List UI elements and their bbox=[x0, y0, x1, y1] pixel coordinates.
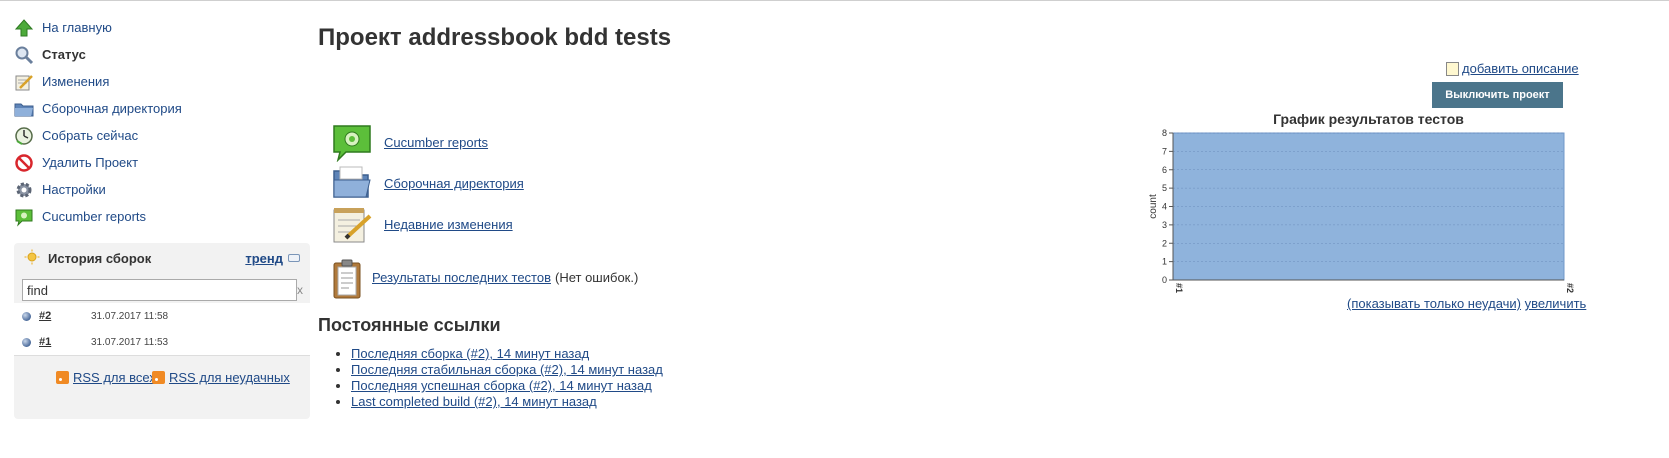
rss-all-label[interactable]: RSS для всех bbox=[73, 370, 156, 385]
gear-icon bbox=[14, 180, 34, 200]
page-title: Проект addressbook bdd tests bbox=[318, 24, 672, 51]
sidebar-item-label: Cucumber reports bbox=[42, 209, 147, 224]
workspace-label[interactable]: Сборочная директория bbox=[384, 176, 524, 191]
clear-search-icon[interactable]: x bbox=[297, 283, 303, 297]
no-entry-icon bbox=[14, 153, 34, 173]
y-axis-label: count bbox=[1148, 194, 1159, 219]
chart-footer: (показывать только неудачи) увеличить bbox=[1347, 296, 1586, 311]
test-results-chart[interactable]: График результатов тестов 0 1 2 3 4 5 6 7 8 #1 #2 co… bbox=[1140, 110, 1669, 310]
build-row: #2 31.07.2017 11:58 bbox=[14, 303, 310, 329]
permalink-last-completed[interactable]: Last completed build (#2), 14 минут наза… bbox=[351, 394, 597, 409]
recent-changes-label[interactable]: Недавние изменения bbox=[384, 217, 513, 232]
permalink-last-stable[interactable]: Последняя стабильная сборка (#2), 14 мин… bbox=[351, 362, 663, 377]
trend-link[interactable]: тренд bbox=[245, 251, 283, 266]
permalinks-title: Постоянные ссылки bbox=[318, 315, 501, 335]
build-history-panel: История сборок тренд x #2 31.07.2017 11:… bbox=[14, 243, 310, 419]
test-results-label[interactable]: Результаты последних тестов bbox=[372, 270, 551, 285]
up-arrow-icon bbox=[14, 18, 34, 38]
build-row: #1 31.07.2017 11:53 bbox=[14, 329, 310, 355]
rss-all-link[interactable]: RSS для всех bbox=[56, 370, 156, 385]
y-tick-label: 8 bbox=[1162, 128, 1167, 138]
cucumber-reports-label[interactable]: Cucumber reports bbox=[384, 135, 488, 150]
list-item: Last completed build (#2), 14 минут наза… bbox=[351, 394, 663, 410]
y-tick-label: 7 bbox=[1162, 146, 1167, 156]
rss-failed-label[interactable]: RSS для неудачных bbox=[169, 370, 290, 385]
recent-changes-link[interactable]: Недавние изменения bbox=[332, 206, 513, 243]
sidebar-item-label: Статус bbox=[42, 47, 86, 62]
sidebar-item-changes[interactable]: Изменения bbox=[14, 68, 304, 95]
cucumber-icon bbox=[332, 124, 372, 163]
status-ball-icon bbox=[22, 311, 31, 321]
sidebar-item-label: На главную bbox=[42, 20, 112, 35]
sidebar-item-label: Изменения bbox=[42, 74, 110, 89]
y-tick-label: 0 bbox=[1162, 275, 1167, 285]
build-number-link[interactable]: #1 bbox=[39, 336, 91, 348]
sidebar-item-status[interactable]: Статус bbox=[14, 41, 304, 68]
build-number-link[interactable]: #2 bbox=[39, 310, 91, 322]
permalink-last-build[interactable]: Последняя сборка (#2), 14 минут назад bbox=[351, 346, 589, 361]
top-border bbox=[0, 0, 1669, 1]
chart-title: График результатов тестов bbox=[1273, 111, 1464, 127]
x-tick-label: #2 bbox=[1565, 283, 1575, 293]
sidebar-item-label: Удалить Проект bbox=[42, 155, 139, 170]
y-tick-label: 5 bbox=[1162, 183, 1167, 193]
list-item: Последняя стабильная сборка (#2), 14 мин… bbox=[351, 362, 663, 378]
rss-icon bbox=[152, 371, 165, 384]
notepad-icon bbox=[14, 72, 34, 92]
sidebar-nav: На главную Статус Изменения Сборочная ди… bbox=[14, 14, 304, 230]
add-description-label[interactable]: добавить описание bbox=[1462, 61, 1579, 76]
rss-footer: RSS для всех RSS для неудачных bbox=[14, 355, 310, 420]
enlarge-link[interactable]: увеличить bbox=[1525, 296, 1587, 311]
no-errors-text: (Нет ошибок.) bbox=[555, 269, 639, 285]
sun-icon bbox=[24, 249, 40, 268]
workspace-link[interactable]: Сборочная директория bbox=[332, 165, 524, 201]
permalinks-list: Последняя сборка (#2), 14 минут назад По… bbox=[334, 346, 663, 410]
sidebar-item-build-now[interactable]: Собрать сейчас bbox=[14, 122, 304, 149]
cucumber-icon bbox=[14, 207, 34, 227]
folder-icon bbox=[332, 165, 372, 201]
sidebar-item-settings[interactable]: Настройки bbox=[14, 176, 304, 203]
build-search-input[interactable] bbox=[22, 279, 297, 301]
status-ball-icon bbox=[22, 337, 31, 347]
permalink-last-successful[interactable]: Последняя успешная сборка (#2), 14 минут… bbox=[351, 378, 652, 393]
rss-icon bbox=[56, 371, 69, 384]
sidebar-item-label: Собрать сейчас bbox=[42, 128, 139, 143]
rss-failed-link[interactable]: RSS для неудачных bbox=[152, 370, 290, 385]
sidebar-item-cucumber-reports[interactable]: Cucumber reports bbox=[14, 203, 304, 230]
y-tick-label: 2 bbox=[1162, 238, 1167, 248]
show-failures-only-link[interactable]: (показывать только неудачи) bbox=[1347, 296, 1521, 311]
disable-project-button[interactable]: Выключить проект bbox=[1432, 82, 1563, 108]
edit-icon bbox=[1446, 61, 1459, 76]
sidebar-item-label: Настройки bbox=[42, 182, 106, 197]
y-tick-label: 1 bbox=[1162, 257, 1167, 267]
list-item: Последняя успешная сборка (#2), 14 минут… bbox=[351, 378, 663, 394]
y-tick-label: 6 bbox=[1162, 165, 1167, 175]
collapse-icon[interactable] bbox=[288, 254, 300, 262]
sidebar-item-delete-project[interactable]: Удалить Проект bbox=[14, 149, 304, 176]
notepad-icon bbox=[332, 206, 372, 243]
chart-canvas: График результатов тестов 0 1 2 3 4 5 6 7 8 #1 #2 co… bbox=[1148, 111, 1575, 293]
y-tick-label: 3 bbox=[1162, 220, 1167, 230]
build-date: 31.07.2017 11:53 bbox=[91, 336, 169, 348]
folder-icon bbox=[14, 99, 34, 119]
sidebar-item-workspace[interactable]: Сборочная директория bbox=[14, 95, 304, 122]
sidebar-item-home[interactable]: На главную bbox=[14, 14, 304, 41]
x-tick-label: #1 bbox=[1174, 283, 1184, 293]
clock-icon bbox=[14, 126, 34, 146]
add-description-link[interactable]: добавить описание bbox=[1446, 61, 1579, 76]
sidebar-item-label: Сборочная директория bbox=[42, 101, 182, 116]
y-tick-label: 4 bbox=[1162, 202, 1167, 212]
build-history-header: История сборок тренд bbox=[14, 243, 310, 273]
clipboard-icon bbox=[332, 259, 362, 299]
cucumber-reports-link[interactable]: Cucumber reports bbox=[332, 124, 488, 163]
list-item: Последняя сборка (#2), 14 минут назад bbox=[351, 346, 663, 362]
build-history-title: История сборок bbox=[48, 250, 152, 266]
test-results-link[interactable]: Результаты последних тестов (Нет ошибок.… bbox=[332, 259, 639, 299]
magnifier-icon bbox=[14, 45, 34, 65]
build-date: 31.07.2017 11:58 bbox=[91, 310, 169, 322]
